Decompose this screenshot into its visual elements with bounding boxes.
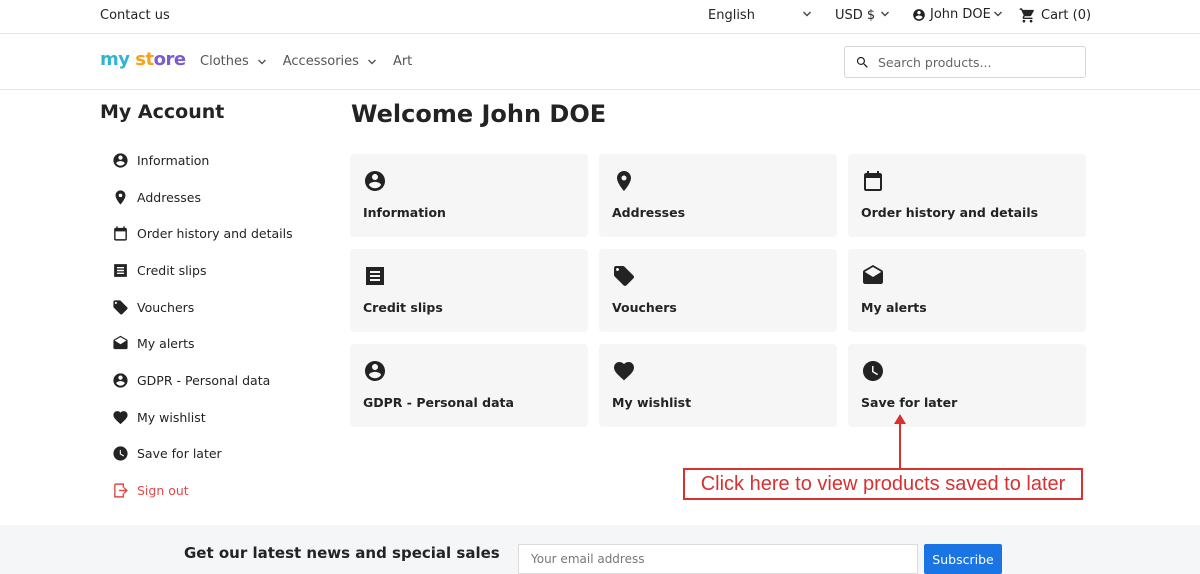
- newsletter-section: Get our latest news and special sales Su…: [0, 525, 1200, 574]
- clock-icon: [112, 445, 129, 462]
- tile-label: GDPR - Personal data: [363, 395, 514, 410]
- tag-icon: [612, 263, 824, 289]
- subscribe-button[interactable]: Subscribe: [924, 544, 1002, 574]
- user-account-menu[interactable]: John DOE: [912, 7, 991, 22]
- sidebar-item-information[interactable]: Information: [112, 142, 332, 179]
- sidebar-item-my-alerts[interactable]: My alerts: [112, 325, 332, 362]
- account-sidebar: Information Addresses Order history and …: [112, 142, 332, 509]
- nav-item-clothes[interactable]: Clothes: [200, 54, 267, 69]
- account-tiles-grid: Information Addresses Order history and …: [350, 154, 1086, 427]
- tile-label: Addresses: [612, 205, 686, 220]
- mail-open-icon: [861, 263, 1073, 289]
- sidebar-item-vouchers[interactable]: Vouchers: [112, 289, 332, 326]
- tile-save-for-later[interactable]: Save for later: [848, 344, 1086, 427]
- nav-item-accessories[interactable]: Accessories: [283, 54, 377, 69]
- sidebar-item-sign-out[interactable]: Sign out: [112, 472, 332, 509]
- chevron-down-icon[interactable]: [993, 9, 1003, 19]
- sidebar-item-addresses[interactable]: Addresses: [112, 179, 332, 216]
- tile-label: My alerts: [861, 300, 927, 315]
- location-pin-icon: [612, 168, 824, 194]
- sidebar-item-label: Save for later: [137, 446, 222, 462]
- user-name: John DOE: [930, 7, 991, 22]
- sidebar-item-wishlist[interactable]: My wishlist: [112, 399, 332, 436]
- sidebar-item-label: My alerts: [137, 336, 195, 352]
- cart-label: Cart (0): [1041, 8, 1092, 23]
- location-pin-icon: [112, 189, 129, 206]
- tile-label: Information: [363, 205, 446, 220]
- clock-icon: [861, 358, 1073, 384]
- logo-text: st: [135, 49, 154, 70]
- sidebar-item-credit-slips[interactable]: Credit slips: [112, 252, 332, 289]
- sidebar-item-label: Information: [137, 152, 210, 168]
- heart-icon: [112, 409, 129, 426]
- receipt-icon: [363, 263, 575, 289]
- language-selector[interactable]: English: [708, 8, 755, 23]
- sidebar-item-label: Vouchers: [137, 299, 195, 315]
- tile-addresses[interactable]: Addresses: [599, 154, 837, 237]
- tile-label: Vouchers: [612, 300, 677, 315]
- shopping-cart-icon: [1019, 7, 1036, 24]
- chevron-down-icon[interactable]: [802, 9, 812, 19]
- receipt-icon: [112, 262, 129, 279]
- search-input[interactable]: [878, 54, 1068, 70]
- tag-icon: [112, 299, 129, 316]
- sidebar-item-label: Credit slips: [137, 262, 207, 278]
- tile-label: My wishlist: [612, 395, 692, 410]
- tile-label: Credit slips: [363, 300, 443, 315]
- mail-open-icon: [112, 335, 129, 352]
- search-icon[interactable]: [855, 55, 870, 70]
- sidebar-item-label: GDPR - Personal data: [137, 372, 271, 388]
- contact-us-link[interactable]: Contact us: [100, 8, 170, 23]
- tile-order-history[interactable]: Order history and details: [848, 154, 1086, 237]
- sidebar-item-order-history[interactable]: Order history and details: [112, 215, 332, 252]
- sidebar-title: My Account: [100, 101, 225, 123]
- calendar-icon: [112, 225, 129, 242]
- logout-icon: [112, 482, 129, 499]
- sidebar-item-label: Sign out: [137, 483, 189, 499]
- newsletter-email-input[interactable]: [518, 544, 918, 574]
- nav-label: Accessories: [282, 54, 359, 69]
- search-box[interactable]: [844, 46, 1086, 78]
- top-bar: Contact us English USD $ John DOE Cart (…: [0, 0, 1200, 34]
- main-header: my store Clothes Accessories Art: [0, 34, 1200, 90]
- sidebar-item-label: My wishlist: [137, 409, 206, 425]
- annotation-callout: Click here to view products saved to lat…: [683, 468, 1083, 500]
- sidebar-item-save-for-later[interactable]: Save for later: [112, 436, 332, 473]
- nav-label: Art: [392, 54, 413, 69]
- tile-gdpr[interactable]: GDPR - Personal data: [350, 344, 588, 427]
- logo-text: ore: [153, 49, 186, 70]
- currency-selector[interactable]: USD $: [835, 8, 875, 23]
- page-title: Welcome John DOE: [351, 100, 607, 128]
- tile-wishlist[interactable]: My wishlist: [599, 344, 837, 427]
- account-circle-icon: [363, 358, 575, 384]
- chevron-down-icon[interactable]: [880, 9, 890, 19]
- annotation-arrow-line: [899, 422, 901, 468]
- main-nav: Clothes Accessories Art: [200, 54, 412, 69]
- sidebar-item-label: Addresses: [137, 189, 201, 205]
- cart-link[interactable]: Cart (0): [1019, 7, 1091, 24]
- tile-label: Save for later: [861, 395, 958, 410]
- nav-label: Clothes: [200, 54, 249, 69]
- store-logo[interactable]: my store: [100, 49, 186, 70]
- logo-text: my: [100, 49, 130, 70]
- sidebar-item-label: Order history and details: [137, 226, 293, 242]
- tile-vouchers[interactable]: Vouchers: [599, 249, 837, 332]
- chevron-down-icon: [367, 57, 377, 67]
- tile-information[interactable]: Information: [350, 154, 588, 237]
- nav-item-art[interactable]: Art: [393, 54, 412, 69]
- chevron-down-icon: [257, 57, 267, 67]
- account-circle-icon: [112, 372, 129, 389]
- heart-icon: [612, 358, 824, 384]
- account-circle-icon: [912, 8, 926, 22]
- tile-label: Order history and details: [861, 205, 1039, 220]
- account-circle-icon: [363, 168, 575, 194]
- newsletter-title: Get our latest news and special sales: [184, 544, 500, 562]
- calendar-icon: [861, 168, 1073, 194]
- tile-credit-slips[interactable]: Credit slips: [350, 249, 588, 332]
- account-circle-icon: [112, 152, 129, 169]
- sidebar-item-gdpr[interactable]: GDPR - Personal data: [112, 362, 332, 399]
- tile-my-alerts[interactable]: My alerts: [848, 249, 1086, 332]
